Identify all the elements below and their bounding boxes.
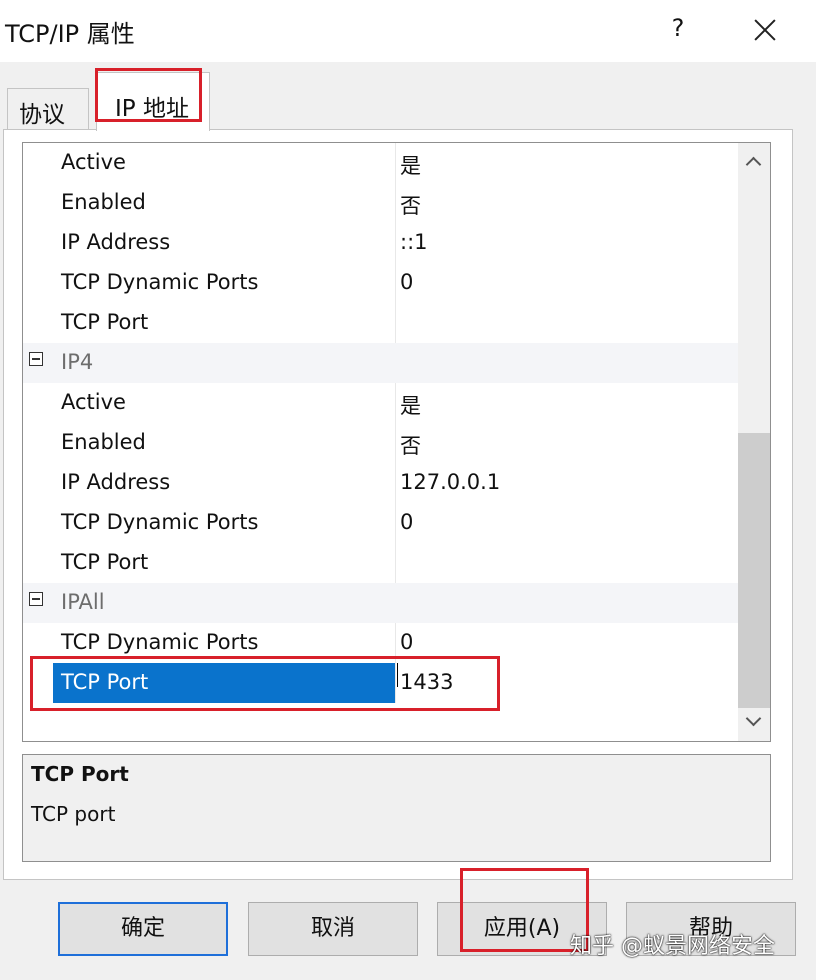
property-name: TCP Dynamic Ports — [61, 630, 259, 654]
property-value[interactable]: 否 — [396, 183, 739, 223]
property-row[interactable]: Enabled 否 — [23, 423, 739, 463]
property-name: TCP Port — [61, 550, 149, 574]
scroll-down-icon[interactable] — [746, 715, 760, 729]
property-value-text: 0 — [400, 270, 414, 294]
tcpip-properties-dialog: TCP/IP 属性 ? 协议 IP 地址 Active 是 Enabled 否 IP A… — [0, 0, 816, 980]
property-row[interactable]: TCP Dynamic Ports 0 — [23, 263, 739, 303]
property-value[interactable]: 0 — [396, 503, 739, 543]
property-row[interactable]: IP Address::1 — [23, 223, 739, 263]
property-value-text: 是 — [400, 394, 421, 418]
category-label: IP4 — [61, 350, 94, 374]
property-name: TCP Dynamic Ports — [61, 510, 259, 534]
property-row[interactable]: TCP Port — [23, 303, 739, 343]
property-value-text: 是 — [400, 154, 421, 178]
ok-button[interactable]: 确定 — [58, 902, 228, 956]
highlight-box-ip-tab — [95, 68, 202, 122]
property-name: Active — [61, 390, 126, 414]
property-value[interactable] — [396, 543, 739, 583]
title-bar: TCP/IP 属性 ? — [0, 0, 816, 62]
property-name: Enabled — [61, 190, 146, 214]
scroll-up-icon[interactable] — [746, 155, 760, 169]
property-value[interactable]: 是 — [396, 383, 739, 423]
property-row[interactable]: TCP Port — [23, 543, 739, 583]
description-title: TCP Port — [31, 762, 129, 786]
property-name: TCP Dynamic Ports — [61, 270, 259, 294]
tab-protocol[interactable]: 协议 — [7, 88, 89, 129]
description-pane: TCP Port TCP port — [22, 754, 771, 862]
property-value-text: 0 — [400, 510, 414, 534]
category-label: IPAll — [61, 590, 105, 614]
property-value[interactable]: 0 — [396, 263, 739, 303]
property-row[interactable]: Active 是 — [23, 383, 739, 423]
scroll-thumb[interactable] — [738, 433, 770, 708]
category-row[interactable]: IP4 — [23, 343, 739, 383]
property-row[interactable]: Enabled 否 — [23, 183, 739, 223]
highlight-box-tcp-port — [30, 656, 500, 711]
description-text: TCP port — [31, 802, 116, 826]
property-value[interactable]: 127.0.0.1 — [396, 463, 739, 503]
collapse-icon[interactable] — [29, 592, 43, 606]
property-value-text: ::1 — [400, 230, 428, 254]
property-value[interactable]: ::1 — [396, 223, 739, 263]
property-name: IP Address — [61, 470, 171, 494]
cancel-button[interactable]: 取消 — [248, 902, 418, 956]
tab-protocol-label: 协议 — [19, 102, 65, 128]
help-icon[interactable]: ? — [668, 14, 688, 42]
property-name: Enabled — [61, 430, 146, 454]
vertical-scrollbar[interactable] — [738, 143, 770, 741]
property-value-text: 127.0.0.1 — [400, 470, 501, 494]
close-icon[interactable] — [747, 14, 783, 48]
property-name: Active — [61, 150, 126, 174]
property-value-text: 否 — [400, 434, 421, 458]
property-grid: Active 是 Enabled 否 IP Address::1 TCP Dynamic … — [22, 142, 771, 742]
collapse-icon[interactable] — [29, 352, 43, 366]
property-row[interactable]: IP Address 127.0.0.1 — [23, 463, 739, 503]
property-row[interactable]: TCP Dynamic Ports 0 — [23, 503, 739, 543]
property-value[interactable]: 是 — [396, 143, 739, 183]
watermark-text: 知乎 @蚁景网络安全 — [570, 934, 775, 959]
property-row[interactable]: Active 是 — [23, 143, 739, 183]
property-value[interactable]: 否 — [396, 423, 739, 463]
property-value-text: 否 — [400, 194, 421, 218]
property-value[interactable] — [396, 303, 739, 343]
property-value-text: 0 — [400, 630, 414, 654]
window-title: TCP/IP 属性 — [5, 20, 135, 48]
category-row[interactable]: IPAll — [23, 583, 739, 623]
property-name: TCP Port — [61, 310, 149, 334]
property-name: IP Address — [61, 230, 171, 254]
